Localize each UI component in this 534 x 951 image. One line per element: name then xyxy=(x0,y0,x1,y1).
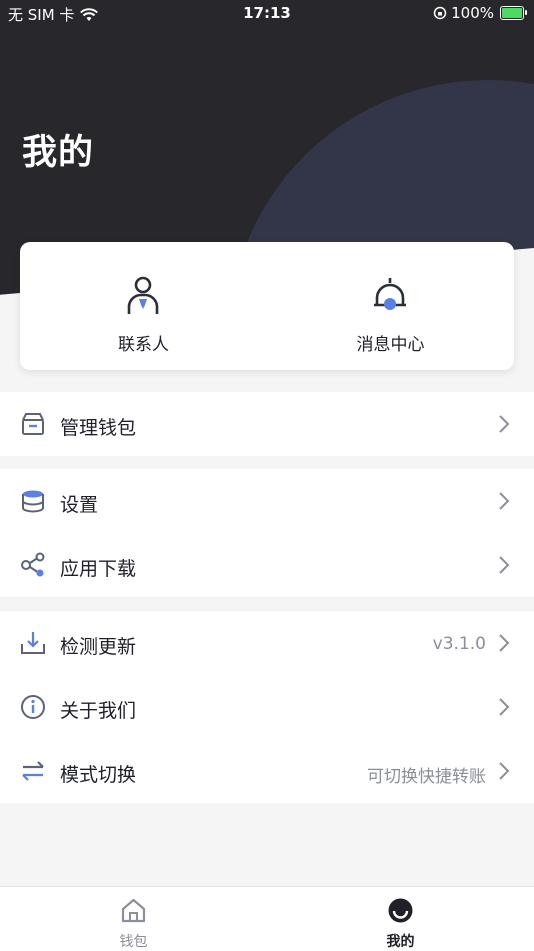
menu-row-mode-switch[interactable]: 模式切换 可切换快捷转账 xyxy=(0,739,534,803)
menu-section-about: 检测更新 v3.1.0 关于我们 模式切换 可切换快捷转账 xyxy=(0,611,534,803)
menu-row-check-update[interactable]: 检测更新 v3.1.0 xyxy=(0,611,534,675)
chevron-right-icon xyxy=(499,634,510,652)
menu-row-label: 检测更新 xyxy=(60,636,137,658)
chevron-right-icon xyxy=(499,415,510,433)
tab-mine[interactable]: 我的 xyxy=(267,887,534,951)
menu-row-app-download[interactable]: 应用下载 xyxy=(0,533,534,597)
menu-row-label: 模式切换 xyxy=(60,764,137,786)
menu-section-wallet: 管理钱包 xyxy=(0,392,534,456)
mode-value: 可切换快捷转账 xyxy=(367,767,486,787)
download-icon xyxy=(21,632,45,654)
chevron-right-icon xyxy=(499,698,510,716)
tab-mine-label: 我的 xyxy=(386,934,415,950)
version-value: v3.1.0 xyxy=(432,634,486,654)
chevron-right-icon xyxy=(499,492,510,510)
tab-bar: 钱包 我的 xyxy=(0,886,534,951)
orientation-lock-icon xyxy=(433,6,447,20)
menu-section-general: 设置 应用下载 xyxy=(0,469,534,597)
bell-icon xyxy=(374,278,406,310)
chevron-right-icon xyxy=(499,556,510,574)
status-bar: 无 SIM 卡 17:13 100% xyxy=(0,0,534,28)
battery-icon xyxy=(500,6,527,20)
menu-row-label: 应用下载 xyxy=(60,558,137,580)
info-icon xyxy=(21,695,45,719)
contact-icon xyxy=(127,276,159,314)
quick-action-messages-label: 消息中心 xyxy=(356,335,425,355)
menu-row-about-us[interactable]: 关于我们 xyxy=(0,675,534,739)
battery-percent: 100% xyxy=(451,4,494,22)
tab-wallet[interactable]: 钱包 xyxy=(0,887,267,951)
database-settings-icon xyxy=(22,490,44,513)
menu-row-settings[interactable]: 设置 xyxy=(0,469,534,533)
menu-row-label: 设置 xyxy=(60,494,99,516)
quick-action-messages[interactable]: 消息中心 xyxy=(267,242,514,370)
menu-row-label: 关于我们 xyxy=(60,700,137,722)
home-icon xyxy=(121,898,146,923)
tab-wallet-label: 钱包 xyxy=(119,934,148,950)
wallet-box-icon xyxy=(22,413,44,435)
quick-actions-card: 联系人 消息中心 xyxy=(20,242,514,370)
menu-row-manage-wallet[interactable]: 管理钱包 xyxy=(0,392,534,456)
quick-action-contacts-label: 联系人 xyxy=(118,335,169,355)
share-nodes-icon xyxy=(21,552,45,577)
status-right: 100% xyxy=(433,4,527,22)
profile-face-icon xyxy=(388,898,413,923)
chevron-right-icon xyxy=(499,762,510,780)
swap-arrows-icon xyxy=(22,761,44,781)
quick-action-contacts[interactable]: 联系人 xyxy=(20,242,267,370)
page-title: 我的 xyxy=(22,133,95,173)
menu-row-label: 管理钱包 xyxy=(60,417,137,439)
